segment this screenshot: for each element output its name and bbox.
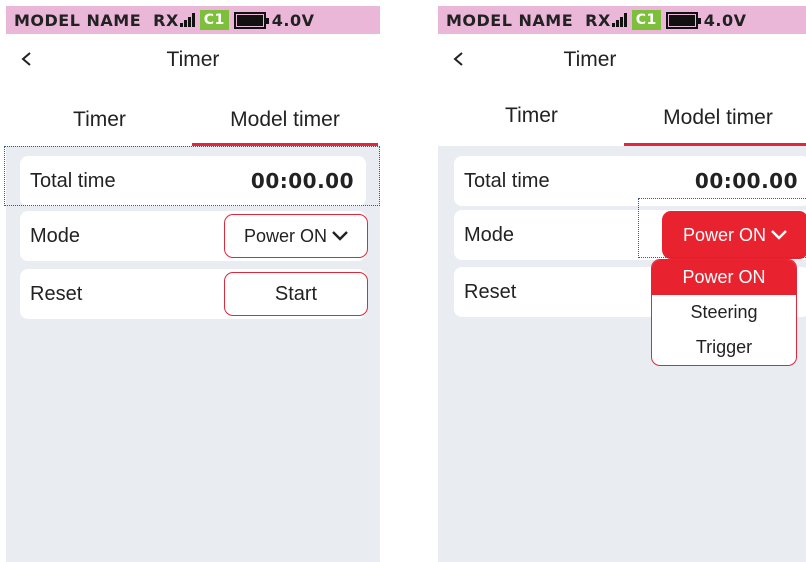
dropdown-option-trigger[interactable]: Trigger (652, 330, 796, 365)
reset-label: Reset (464, 281, 517, 303)
channel-badge: C1 (199, 10, 229, 30)
total-time-row: Total time 00:00.00 (454, 156, 806, 206)
tab-model-timer[interactable]: Model timer (624, 76, 806, 146)
total-time-value: 00:00.00 (694, 169, 798, 193)
timer-screen-default: MODEL NAME RX C1 4.0V Timer Timer Model … (4, 6, 380, 562)
tab-timer[interactable]: Timer (438, 76, 625, 146)
total-time-value: 00:00.00 (250, 169, 354, 193)
page-title: Timer (563, 48, 617, 71)
tab-bar: Timer Model timer (438, 76, 806, 146)
total-time-label: Total time (30, 170, 116, 192)
signal-icon (179, 13, 195, 27)
mode-dropdown-menu: Power ON Steering Trigger (651, 259, 797, 366)
total-time-label: Total time (464, 170, 550, 192)
battery-icon (233, 11, 269, 29)
timer-screen-dropdown-open: MODEL NAME RX C1 4.0V Timer Timer Model … (438, 6, 806, 562)
mode-row: Mode Power ON (20, 211, 368, 261)
battery-icon (665, 11, 701, 29)
mode-label: Mode (464, 224, 515, 246)
tab-bar: Timer Model timer (6, 90, 380, 146)
mode-select[interactable]: Power ON (662, 211, 806, 259)
content-area: Timer Model timer Total time 00:00.00 Mo… (438, 76, 806, 562)
content-area: Timer Model timer Total time 00:00.00 Mo… (6, 90, 380, 562)
tab-timer[interactable]: Timer (6, 90, 193, 146)
mode-label: Mode (30, 225, 81, 247)
rx-label: RX (585, 10, 611, 30)
mode-row: Mode Power ON (454, 210, 806, 260)
dropdown-option-power-on[interactable]: Power ON (652, 260, 796, 295)
model-name: MODEL NAME (446, 10, 574, 30)
reset-row: Reset Start (20, 269, 368, 319)
voltage-readout: 4.0V (271, 10, 315, 30)
status-bar: MODEL NAME RX C1 4.0V (438, 6, 806, 34)
total-time-row: Total time 00:00.00 (20, 156, 366, 206)
rx-label: RX (153, 10, 179, 30)
status-bar: MODEL NAME RX C1 4.0V (6, 6, 380, 34)
page-title: Timer (166, 48, 220, 71)
reset-label: Reset (30, 283, 83, 305)
header: Timer (6, 34, 380, 90)
mode-select-value: Power ON (682, 224, 767, 245)
chevron-down-icon (332, 231, 348, 241)
mode-select[interactable]: Power ON (224, 214, 368, 258)
model-name: MODEL NAME (14, 10, 142, 30)
signal-icon (611, 13, 627, 27)
chevron-down-icon (771, 230, 787, 240)
voltage-readout: 4.0V (703, 10, 747, 30)
channel-badge: C1 (631, 10, 661, 30)
start-button[interactable]: Start (224, 272, 368, 316)
tab-model-timer[interactable]: Model timer (192, 90, 378, 146)
dropdown-option-steering[interactable]: Steering (652, 295, 796, 330)
mode-select-value: Power ON (243, 225, 328, 246)
